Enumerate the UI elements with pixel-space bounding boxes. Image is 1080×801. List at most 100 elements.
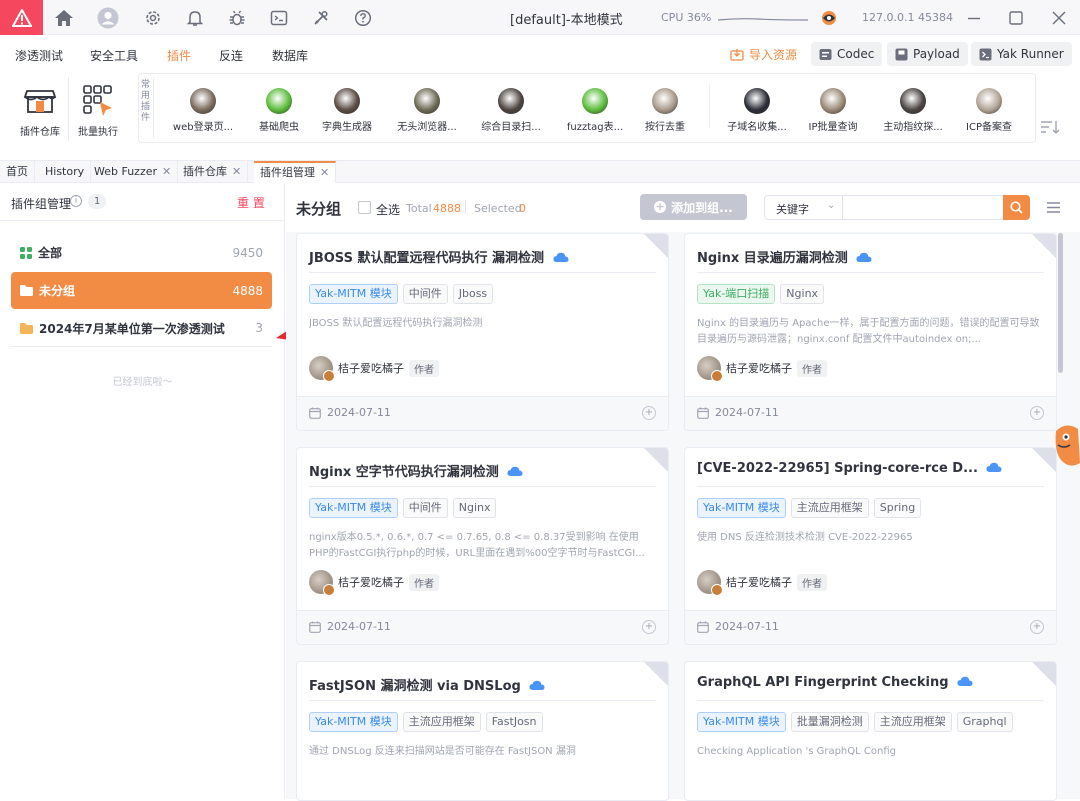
group-item-ungrouped[interactable]: 未分组 4888	[11, 272, 272, 309]
menu-plugins[interactable]: 插件	[167, 47, 191, 64]
engine-address: 127.0.0.1 45384	[862, 11, 953, 24]
group-item-all[interactable]: 全部 9450	[11, 234, 272, 271]
close-window-icon[interactable]	[1049, 8, 1069, 28]
codec-button[interactable]: Codec	[811, 42, 883, 66]
home-icon[interactable]	[53, 7, 75, 29]
common-plugin-item[interactable]: 按行去重	[627, 88, 703, 133]
cloud-icon	[552, 252, 569, 262]
common-plugin-item[interactable]: 主动指纹探...	[875, 88, 951, 133]
batch-execute-button[interactable]: 批量执行	[70, 83, 126, 138]
tab-label: History	[45, 165, 85, 178]
menu-reverse[interactable]: 反连	[219, 47, 243, 64]
warning-icon[interactable]	[0, 0, 43, 35]
close-tab-icon[interactable]: ✕	[320, 166, 329, 179]
minimize-icon[interactable]	[964, 8, 984, 28]
plugin-card[interactable]: [CVE-2022-22965] Spring-core-rce D... Ya…	[684, 447, 1057, 645]
settings-icon[interactable]	[142, 7, 164, 29]
group-item-custom[interactable]: 2024年7月某单位第一次渗透测试 3	[11, 310, 272, 347]
plugin-card[interactable]: JBOSS 默认配置远程代码执行 漏洞检测 Yak-MITM 模块 中间件 Jbos…	[296, 233, 669, 431]
yak-runner-button[interactable]: Yak Runner	[971, 42, 1072, 66]
search-type-select[interactable]: 关键字	[776, 201, 809, 217]
plugin-avatar-icon	[334, 88, 360, 114]
plugin-card[interactable]: FastJSON 漏洞检测 via DNSLog Yak-MITM 模块 主流应用…	[296, 661, 669, 801]
help-icon[interactable]	[352, 7, 374, 29]
sidebar-title: 插件组管理	[11, 197, 72, 211]
plugin-tags: Yak-MITM 模块 主流应用框架 FastJosn	[309, 712, 548, 732]
common-plugin-item[interactable]: IP批量查询	[795, 88, 871, 133]
add-plugin-icon[interactable]: +	[1030, 406, 1044, 420]
select-corner[interactable]	[644, 448, 668, 472]
sort-icon[interactable]	[1040, 119, 1060, 135]
maximize-icon[interactable]	[1006, 8, 1026, 28]
reset-button[interactable]: 重 置	[237, 194, 265, 211]
batch-icon	[81, 83, 115, 117]
add-to-group-button[interactable]: + 添加到组...	[640, 194, 747, 220]
runner-label: Yak Runner	[997, 47, 1064, 61]
chevron-down-icon[interactable]: ⌄	[827, 200, 835, 211]
plugin-card[interactable]: Nginx 目录遍历漏洞检测 Yak-端口扫描 Nginx Nginx 的目录遍历与…	[684, 233, 1057, 431]
scrollbar-thumb[interactable]	[1058, 233, 1063, 373]
plugin-card[interactable]: Nginx 空字节代码执行漏洞检测 Yak-MITM 模块 中间件 Nginx ngi…	[296, 447, 669, 645]
search-input[interactable]	[845, 197, 985, 218]
common-plugin-label: web登录页...	[172, 122, 234, 133]
plugin-avatar-icon	[414, 88, 440, 114]
import-resource-button[interactable]: 导入资源	[722, 42, 805, 66]
tab-plugin-store[interactable]: 插件仓库 ✕	[177, 161, 249, 183]
plugin-author: 桔子爱吃橘子 作者	[309, 570, 439, 596]
engine-icon[interactable]	[818, 7, 840, 29]
plugin-title: Nginx 目录遍历漏洞检测	[697, 247, 872, 266]
select-corner[interactable]	[644, 662, 668, 686]
card-divider	[309, 700, 656, 701]
common-plugin-item[interactable]: 字典生成器	[309, 88, 385, 133]
selected-label: Selected	[474, 202, 522, 215]
common-plugin-item[interactable]: 基础爬虫	[241, 88, 317, 133]
user-avatar-icon[interactable]	[97, 7, 119, 29]
plugin-store-button[interactable]: 插件仓库	[12, 83, 68, 138]
payload-button[interactable]: Payload	[887, 42, 968, 66]
close-tab-icon[interactable]: ✕	[162, 165, 171, 178]
tab-history[interactable]: History	[39, 161, 92, 183]
plugin-avatar-icon	[652, 88, 678, 114]
tab-plugin-group[interactable]: 插件组管理 ✕	[254, 161, 337, 183]
close-tab-icon[interactable]: ✕	[232, 165, 241, 178]
select-corner[interactable]	[644, 234, 668, 258]
common-plugin-item[interactable]: web登录页...	[165, 88, 241, 133]
add-plugin-icon[interactable]: +	[1030, 620, 1044, 634]
batch-label: 批量执行	[78, 127, 118, 138]
tools-icon[interactable]	[310, 7, 332, 29]
plugin-tags: Yak-MITM 模块 批量漏洞检测 主流应用框架 Graphql	[697, 712, 1018, 732]
tab-home[interactable]: 首页	[0, 161, 35, 183]
plugin-card[interactable]: GraphQL API Fingerprint Checking Yak-MIT…	[684, 661, 1057, 801]
cloud-icon	[529, 680, 545, 690]
common-plugin-item[interactable]: fuzztag表...	[557, 88, 633, 133]
search-button[interactable]	[1003, 195, 1030, 220]
mascot-icon[interactable]	[1052, 423, 1080, 467]
select-corner[interactable]	[1032, 662, 1056, 686]
add-plugin-icon[interactable]: +	[642, 406, 656, 420]
terminal-icon[interactable]	[268, 7, 290, 29]
select-corner[interactable]	[1032, 234, 1056, 258]
bug-icon[interactable]	[226, 7, 248, 29]
card-footer: 2024-07-11 +	[297, 610, 668, 644]
author-name: 桔子爱吃橘子	[338, 576, 404, 589]
calendar-icon	[309, 407, 321, 419]
info-icon[interactable]: i	[70, 195, 82, 207]
plugin-date: 2024-07-11	[715, 620, 779, 633]
menu-pentest[interactable]: 渗透测试	[15, 47, 63, 64]
tab-web-fuzzer[interactable]: Web Fuzzer ✕	[88, 161, 179, 183]
menu-database[interactable]: 数据库	[272, 47, 308, 64]
add-plugin-icon[interactable]: +	[642, 620, 656, 634]
import-icon	[730, 48, 744, 61]
page-tabs: 首页 History Web Fuzzer ✕ 插件仓库 ✕ 插件组管理 ✕	[0, 161, 1080, 183]
common-plugin-item[interactable]: 无头浏览器...	[389, 88, 465, 133]
plugin-title: GraphQL API Fingerprint Checking	[697, 675, 973, 690]
common-plugin-item[interactable]: 子域名收集...	[719, 88, 795, 133]
common-plugin-item[interactable]: ICP备案查	[951, 88, 1027, 133]
store-icon	[23, 83, 57, 117]
bell-icon[interactable]	[184, 7, 206, 29]
menu-security-tools[interactable]: 安全工具	[90, 47, 138, 64]
common-plugin-item[interactable]: 综合目录扫...	[473, 88, 549, 133]
select-all-checkbox[interactable]	[358, 201, 371, 214]
list-view-icon[interactable]	[1047, 202, 1060, 216]
store-label: 插件仓库	[20, 127, 60, 138]
